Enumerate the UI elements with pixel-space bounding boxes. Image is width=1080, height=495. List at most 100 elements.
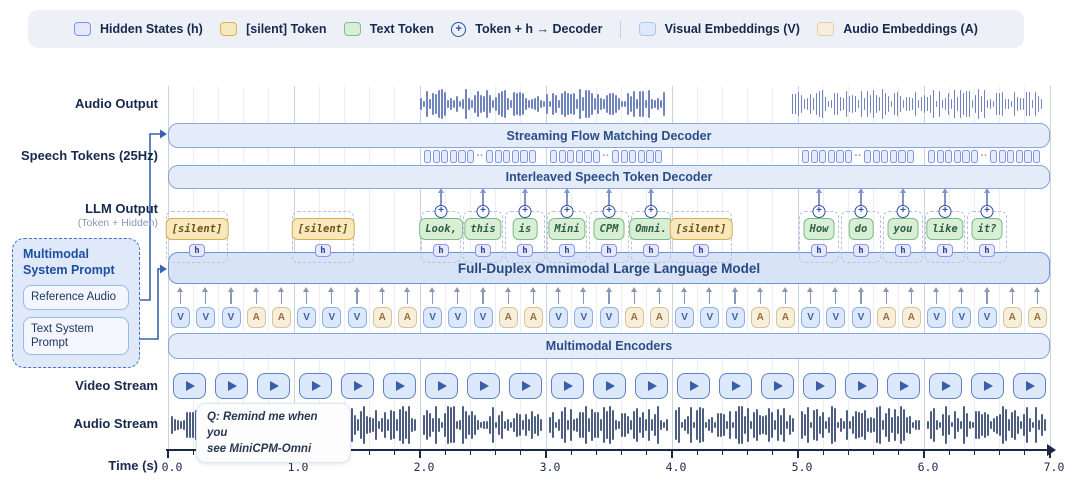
- visual-embedding-box: V: [978, 307, 997, 328]
- embedding-up-arrow: [558, 292, 559, 304]
- row-label-video-stream: Video Stream: [0, 378, 158, 393]
- minor-tick: [621, 450, 622, 455]
- speech-token: [646, 150, 653, 163]
- minor-tick: [974, 450, 975, 455]
- audio-embedding-box: A: [1028, 307, 1047, 328]
- llm-token-group: +doh: [841, 211, 881, 263]
- video-frame-button: [1013, 373, 1046, 399]
- major-tick: [167, 450, 168, 458]
- speech-token: [450, 150, 457, 163]
- llm-token-group: +Look,h: [421, 211, 461, 263]
- embedding-up-arrow: [810, 292, 811, 304]
- play-icon: [690, 381, 699, 391]
- text-token-swatch: [344, 22, 361, 36]
- embedding-up-arrow: [457, 292, 458, 304]
- speech-token: [836, 150, 843, 163]
- audio-embedding-box: A: [877, 307, 896, 328]
- time-tick-label: 5.0: [788, 460, 816, 474]
- token-plus-hidden-icon: +: [451, 22, 466, 37]
- user-query-bubble: Q: Remind me when you see MiniCPM-Omni: [196, 403, 351, 463]
- llm-token-group: +youh: [883, 211, 923, 263]
- play-icon: [900, 381, 909, 391]
- video-frame-button: [719, 373, 752, 399]
- legend-label: Token + h → Decoder: [475, 22, 602, 36]
- llm-token-group: +ish: [505, 211, 545, 263]
- text-token: this: [464, 218, 501, 240]
- bar-label-encoders: Multimodal Encoders: [546, 339, 672, 353]
- speech-token: [971, 150, 978, 163]
- play-icon: [270, 381, 279, 391]
- video-frame-button: [845, 373, 878, 399]
- minor-tick: [722, 450, 723, 455]
- visual-embedding-box: V: [675, 307, 694, 328]
- play-icon: [312, 381, 321, 391]
- prompt-box-title: Multimodal System Prompt: [23, 247, 129, 278]
- text-token: is: [513, 218, 538, 240]
- -silent-token-swatch: [220, 22, 237, 36]
- video-frame-button: [971, 373, 1004, 399]
- text-token: do: [849, 218, 874, 240]
- token-plus-hidden-icon: +: [939, 205, 952, 218]
- speech-token: [550, 150, 557, 163]
- minor-tick: [747, 450, 748, 455]
- speech-token: [1024, 150, 1031, 163]
- embedding-up-arrow: [684, 292, 685, 304]
- play-icon: [438, 381, 447, 391]
- legend-label: Hidden States (h): [100, 22, 203, 36]
- speech-token: [612, 150, 619, 163]
- embedding-up-arrow: [281, 292, 282, 304]
- visual-embedding-box: V: [448, 307, 467, 328]
- minor-tick: [520, 450, 521, 455]
- interleaved-speech-token-decoder-bar: Interleaved Speech Token Decoder: [168, 165, 1050, 189]
- speech-token: [873, 150, 880, 163]
- figure-canvas: Hidden States (h)[silent] TokenText Toke…: [0, 0, 1080, 495]
- legend-item: Visual Embeddings (V): [639, 22, 800, 36]
- hidden-state-box: h: [433, 244, 449, 257]
- audio-embedding-box: A: [776, 307, 795, 328]
- llm-token-group: +Minih: [547, 211, 587, 263]
- embedding-up-arrow: [1037, 292, 1038, 304]
- hidden-state-box: h: [979, 244, 995, 257]
- time-tick-label: 7.0: [1040, 460, 1068, 474]
- video-frame-button: [173, 373, 206, 399]
- minor-tick: [1024, 450, 1025, 455]
- visual-embedding-box: V: [952, 307, 971, 328]
- row-label-audio-output: Audio Output: [0, 96, 158, 111]
- speech-token-ellipsis: ··: [601, 150, 611, 163]
- speech-token: [467, 150, 474, 163]
- speech-token: [529, 150, 536, 163]
- embedding-up-arrow: [230, 292, 231, 304]
- visual-embedding-box: V: [171, 307, 190, 328]
- llm-token-group-silent: [silent]h: [166, 211, 228, 263]
- text-token: Look,: [419, 218, 463, 240]
- reference-audio-box: Reference Audio: [23, 285, 129, 309]
- major-tick: [545, 450, 546, 458]
- speech-token: [638, 150, 645, 163]
- time-axis-arrowhead: [1047, 444, 1056, 456]
- embedding-up-arrow: [331, 292, 332, 304]
- speech-token: [1033, 150, 1040, 163]
- speech-token: [811, 150, 818, 163]
- llm-token-group-silent: [silent]h: [670, 211, 732, 263]
- legend-item: Text Token: [344, 22, 434, 36]
- minor-tick: [848, 450, 849, 455]
- audio-embedding-box: A: [524, 307, 543, 328]
- legend: Hidden States (h)[silent] TokenText Toke…: [28, 10, 1024, 48]
- video-frame-button: [761, 373, 794, 399]
- speech-token: [937, 150, 944, 163]
- audio-embedding-box: A: [247, 307, 266, 328]
- speech-token: [559, 150, 566, 163]
- visual-embedding-box: V: [726, 307, 745, 328]
- speech-token: [520, 150, 527, 163]
- legend-item: + Token + h → Decoder: [451, 22, 602, 37]
- major-tick: [671, 450, 672, 458]
- connector-text-system-prompt-arrowhead: [160, 265, 167, 274]
- audio-embeddings-a--swatch: [817, 22, 834, 36]
- play-icon: [942, 381, 951, 391]
- embedding-up-arrow: [533, 292, 534, 304]
- embedding-up-arrow: [407, 292, 408, 304]
- visual-embedding-box: V: [196, 307, 215, 328]
- visual-embedding-box: V: [927, 307, 946, 328]
- speech-token-ellipsis: ··: [853, 150, 863, 163]
- row-label-audio-stream: Audio Stream: [0, 416, 158, 431]
